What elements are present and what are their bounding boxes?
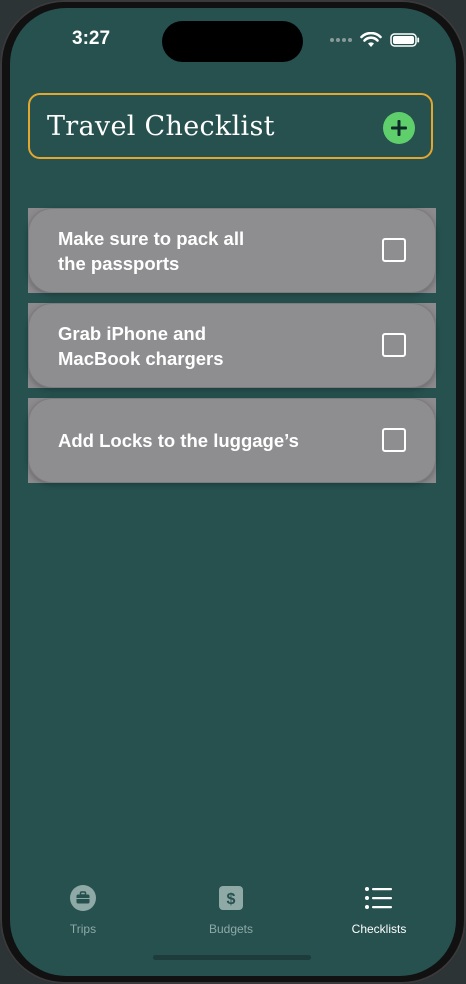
status-time: 3:27 (72, 28, 111, 49)
tab-label: Trips (69, 922, 97, 936)
checklist-items: Make sure to pack all the passports Grab… (28, 208, 436, 493)
tab-bar: Trips $ Budgets Checklists (10, 878, 456, 948)
item-checkbox[interactable] (382, 238, 406, 262)
list-item-text: Grab iPhone and MacBook chargers (58, 322, 224, 369)
list-item-text: Make sure to pack all the passports (58, 227, 245, 274)
home-indicator[interactable] (153, 955, 311, 960)
item-checkbox[interactable] (382, 333, 406, 357)
page-title: Travel Checklist (47, 111, 275, 142)
svg-text:$: $ (227, 891, 236, 908)
list-item[interactable]: Add Locks to the luggage’s (28, 398, 436, 483)
tab-label: Budgets (208, 922, 254, 936)
dynamic-island (162, 21, 303, 62)
dollar-icon: $ (176, 884, 286, 912)
wifi-icon (360, 32, 382, 47)
cellular-signal-icon (330, 38, 352, 42)
tab-label: Checklists (351, 922, 407, 936)
list-item[interactable]: Make sure to pack all the passports (28, 208, 436, 293)
list-item[interactable]: Grab iPhone and MacBook chargers (28, 303, 436, 388)
status-icons (330, 32, 420, 48)
briefcase-icon (28, 884, 138, 912)
item-checkbox[interactable] (382, 428, 406, 452)
tab-trips[interactable]: Trips (28, 884, 138, 936)
tab-checklists[interactable]: Checklists (324, 884, 434, 936)
list-icon (324, 884, 434, 912)
add-item-button[interactable] (383, 112, 415, 144)
tab-budgets[interactable]: $ Budgets (176, 884, 286, 936)
status-bar: 3:27 (10, 8, 456, 68)
list-item-text: Add Locks to the luggage’s (58, 430, 299, 451)
app-screen: 3:27 Travel Checklist Make sure to pack … (10, 8, 456, 976)
checklist-header: Travel Checklist (28, 93, 433, 159)
battery-icon (390, 33, 420, 47)
plus-circle-icon (391, 120, 407, 136)
